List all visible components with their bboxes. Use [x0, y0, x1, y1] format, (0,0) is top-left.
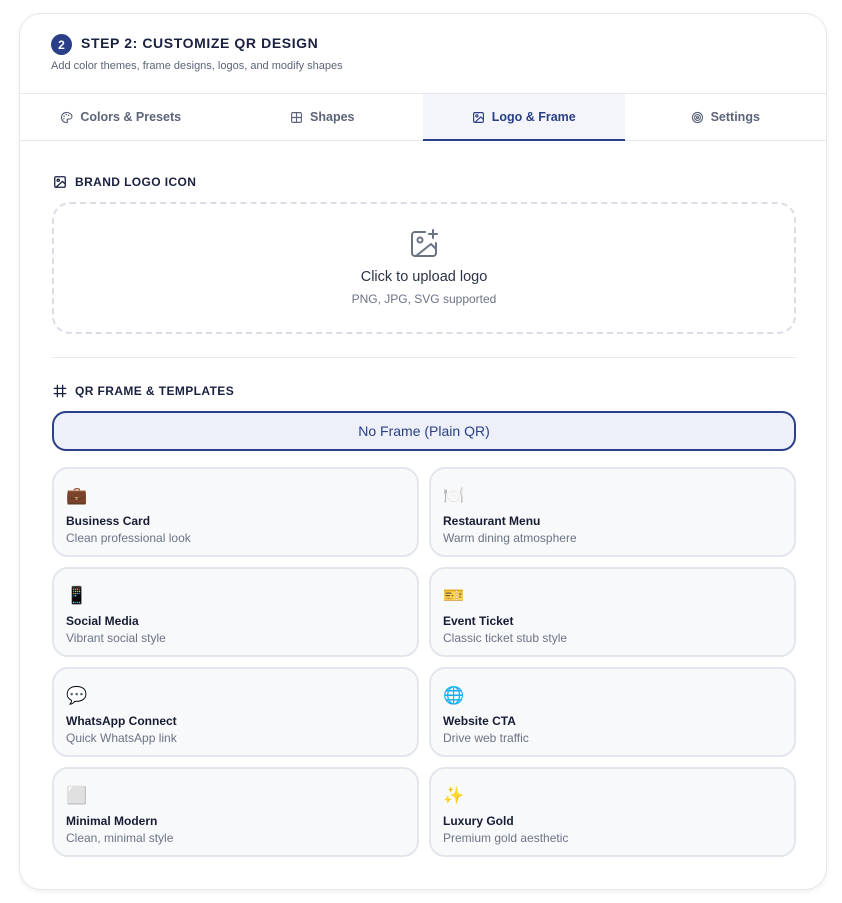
customize-design-card: 2 STEP 2: CUSTOMIZE QR DESIGN Add color … — [19, 13, 827, 890]
step-title: STEP 2: CUSTOMIZE QR DESIGN — [81, 35, 319, 51]
square-icon: ⬜ — [66, 786, 88, 805]
template-whatsapp-connect[interactable]: 💬 WhatsApp Connect Quick WhatsApp link — [52, 667, 419, 757]
frame-section-label: QR FRAME & TEMPLATES — [53, 384, 234, 398]
template-desc: Vibrant social style — [66, 631, 166, 645]
tab-label: Logo & Frame — [491, 110, 576, 124]
frame-icon — [53, 384, 67, 398]
template-desc: Drive web traffic — [443, 731, 529, 745]
template-desc: Clean, minimal style — [66, 831, 174, 845]
template-event-ticket[interactable]: 🎫 Event Ticket Classic ticket stub style — [429, 567, 796, 657]
template-desc: Quick WhatsApp link — [66, 731, 177, 745]
step-subtitle: Add color themes, frame designs, logos, … — [51, 60, 343, 72]
upload-title: Click to upload logo — [360, 269, 488, 285]
phone-icon: 📱 — [66, 586, 88, 605]
step-header: 2 STEP 2: CUSTOMIZE QR DESIGN Add color … — [20, 14, 826, 94]
section-label-text: QR FRAME & TEMPLATES — [75, 384, 235, 398]
template-restaurant-menu[interactable]: 🍽️ Restaurant Menu Warm dining atmospher… — [429, 467, 796, 557]
brand-logo-section-label: BRAND LOGO ICON — [53, 175, 196, 189]
template-desc: Classic ticket stub style — [443, 631, 568, 645]
template-name: Website CTA — [443, 714, 516, 728]
logo-upload-dropzone[interactable]: Click to upload logo PNG, JPG, SVG suppo… — [52, 202, 796, 334]
briefcase-icon: 💼 — [66, 486, 88, 505]
template-desc: Clean professional look — [66, 531, 191, 545]
template-name: Minimal Modern — [66, 814, 158, 828]
tab-colors-presets[interactable]: Colors & Presets — [20, 94, 222, 140]
globe-icon: 🌐 — [443, 686, 465, 705]
image-icon — [54, 176, 66, 188]
upload-hint: PNG, JPG, SVG supported — [351, 292, 497, 306]
template-name: Luxury Gold — [443, 814, 514, 828]
no-frame-option[interactable]: No Frame (Plain QR) — [52, 411, 796, 451]
target-icon — [691, 111, 703, 123]
tab-label: Colors & Presets — [80, 110, 182, 124]
template-name: Business Card — [66, 514, 151, 528]
tab-label: Shapes — [310, 110, 355, 124]
design-tabs: Colors & Presets Shapes Logo & Frame Set… — [20, 94, 826, 141]
palette-icon — [61, 111, 73, 123]
tab-shapes[interactable]: Shapes — [222, 94, 424, 140]
speech-bubble-icon: 💬 — [66, 686, 88, 705]
ticket-icon: 🎫 — [443, 586, 465, 605]
template-business-card[interactable]: 💼 Business Card Clean professional look — [52, 467, 419, 557]
template-luxury-gold[interactable]: ✨ Luxury Gold Premium gold aesthetic — [429, 767, 796, 857]
template-social-media[interactable]: 📱 Social Media Vibrant social style — [52, 567, 419, 657]
tab-logo-frame[interactable]: Logo & Frame — [423, 94, 625, 141]
image-icon — [472, 111, 484, 123]
template-minimal-modern[interactable]: ⬜ Minimal Modern Clean, minimal style — [52, 767, 419, 857]
frame-templates-grid: 💼 Business Card Clean professional look … — [52, 467, 796, 857]
sparkles-icon: ✨ — [443, 786, 465, 805]
grid-icon — [291, 111, 302, 123]
tab-settings[interactable]: Settings — [625, 94, 827, 140]
template-name: WhatsApp Connect — [66, 714, 177, 728]
step-number-badge: 2 — [51, 34, 72, 55]
plate-icon: 🍽️ — [443, 486, 465, 505]
template-name: Restaurant Menu — [443, 514, 541, 528]
image-plus-icon — [411, 229, 438, 257]
template-website-cta[interactable]: 🌐 Website CTA Drive web traffic — [429, 667, 796, 757]
section-divider — [52, 357, 796, 358]
template-name: Social Media — [66, 614, 139, 628]
template-name: Event Ticket — [443, 614, 514, 628]
section-label-text: BRAND LOGO ICON — [75, 175, 197, 189]
tab-label: Settings — [710, 110, 760, 124]
template-desc: Premium gold aesthetic — [443, 831, 569, 845]
template-desc: Warm dining atmosphere — [443, 531, 577, 545]
